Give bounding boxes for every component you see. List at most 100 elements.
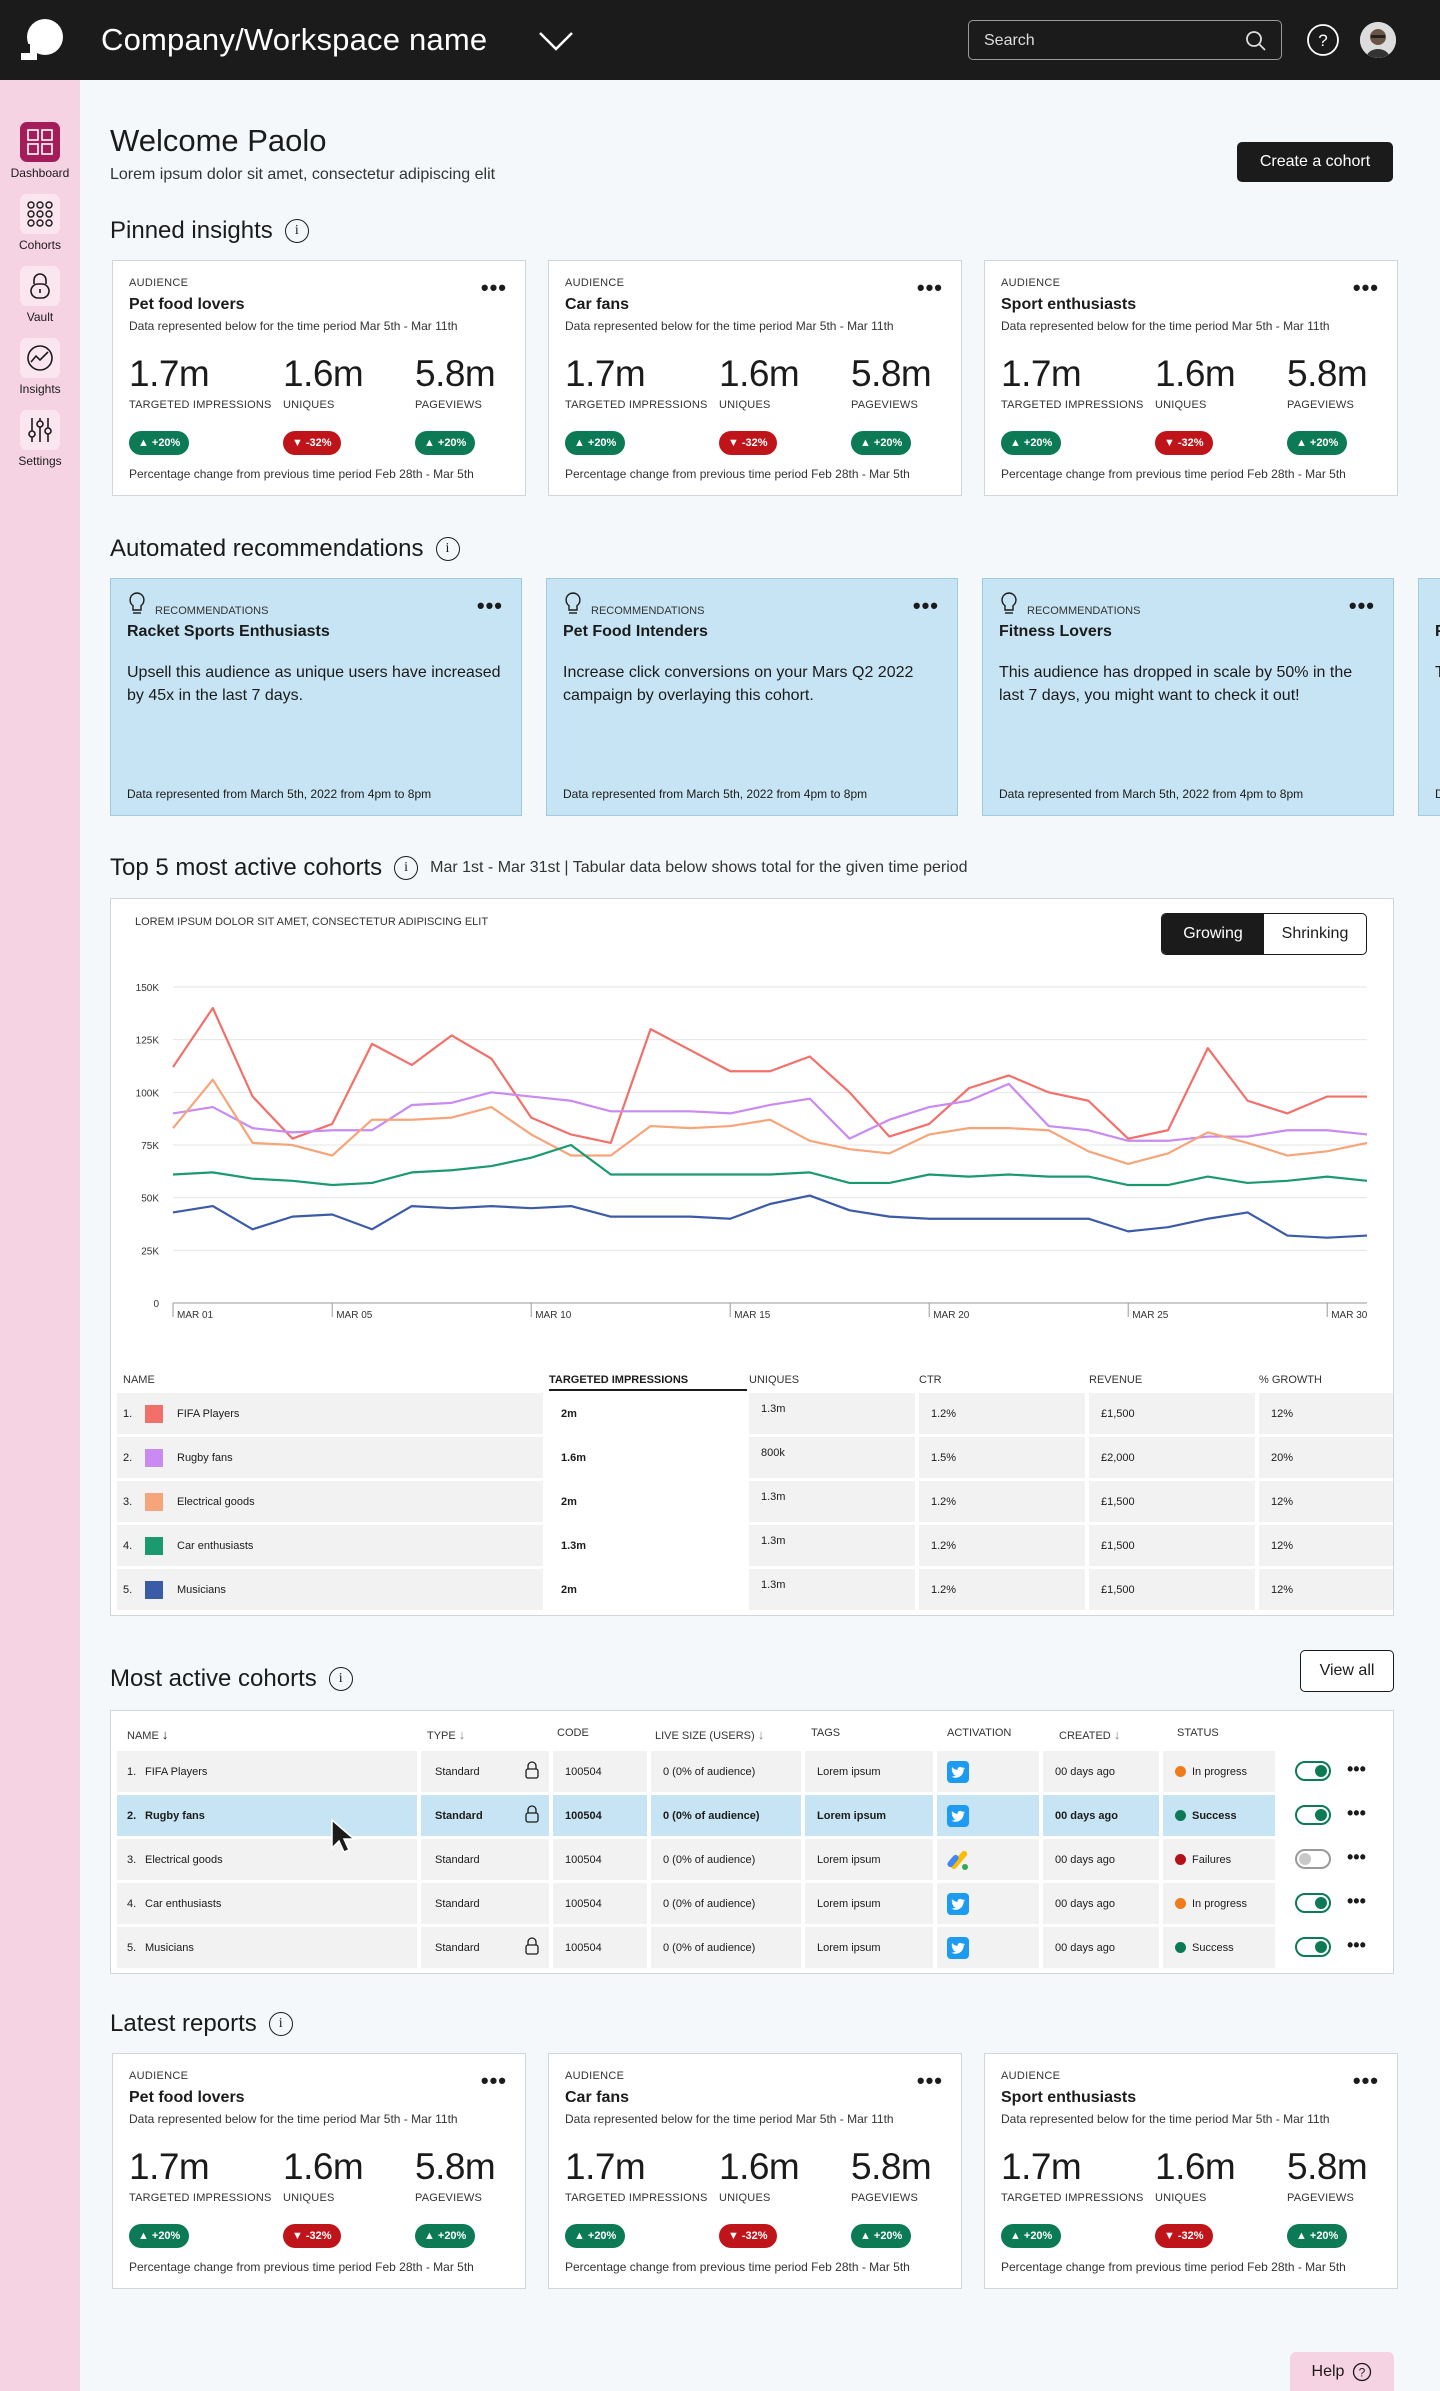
- activation-toggle[interactable]: [1295, 1805, 1331, 1825]
- info-icon[interactable]: i: [394, 856, 419, 880]
- more-options-icon[interactable]: •••: [1353, 275, 1379, 301]
- cohort-name-cell[interactable]: 3. Electrical goods: [117, 1839, 417, 1880]
- column-header[interactable]: CREATED ↓: [1059, 1727, 1120, 1742]
- insight-card[interactable]: AUDIENCE ••• Pet food lovers Data represent…: [112, 260, 526, 496]
- more-options-icon[interactable]: •••: [917, 2068, 943, 2094]
- more-options-icon[interactable]: •••: [481, 275, 507, 301]
- badge-value: +20%: [151, 2230, 181, 2242]
- insight-card[interactable]: AUDIENCE ••• Car fans Data represented belo…: [548, 2053, 962, 2289]
- recommendations-heading: Automated recommendations i: [110, 535, 460, 563]
- column-header[interactable]: % GROWTH: [1259, 1374, 1322, 1386]
- sidebar-item-cohorts[interactable]: Cohorts: [0, 194, 80, 252]
- sidebar-item-insights[interactable]: Insights: [0, 338, 80, 396]
- insight-card[interactable]: AUDIENCE ••• Car fans Data represented belo…: [548, 260, 962, 496]
- row-rank: 1.: [123, 1407, 133, 1420]
- activation-icon-wrap[interactable]: [947, 1936, 969, 1959]
- table-row[interactable]: 5. Musicians: [117, 1569, 543, 1610]
- info-icon[interactable]: i: [435, 537, 460, 561]
- cohort-name: Car enthusiasts: [177, 1539, 254, 1552]
- badge-value: +20%: [1023, 437, 1053, 449]
- more-options-icon[interactable]: •••: [1353, 2068, 1379, 2094]
- more-options-icon[interactable]: •••: [1347, 1803, 1366, 1824]
- activation-toggle[interactable]: [1295, 1849, 1331, 1869]
- column-header[interactable]: TARGETED IMPRESSIONS: [549, 1374, 747, 1391]
- logo-icon[interactable]: [18, 18, 64, 62]
- lock-icon: [525, 1761, 539, 1779]
- info-icon[interactable]: i: [268, 2012, 293, 2036]
- more-options-icon[interactable]: •••: [1347, 1759, 1366, 1780]
- insight-card[interactable]: AUDIENCE ••• Sport enthusiasts Data represe…: [984, 2053, 1398, 2289]
- activation-toggle[interactable]: [1295, 1937, 1331, 1957]
- cohort-name-cell[interactable]: 4. Car enthusiasts: [117, 1883, 417, 1924]
- help-icon[interactable]: ?: [1306, 23, 1340, 57]
- recommendation-card[interactable]: RECOMMENDATIONS ••• Pet Food Intenders Incr…: [546, 578, 958, 816]
- column-header[interactable]: TAGS: [811, 1727, 840, 1739]
- status-cell: In progress: [1163, 1751, 1275, 1792]
- workspace-name[interactable]: Company/Workspace name: [101, 22, 487, 58]
- sidebar-item-vault[interactable]: Vault: [0, 266, 80, 324]
- avatar[interactable]: [1360, 22, 1396, 58]
- more-options-icon[interactable]: •••: [1349, 593, 1375, 619]
- column-header[interactable]: TYPE ↓: [427, 1727, 465, 1742]
- column-header[interactable]: REVENUE: [1089, 1374, 1142, 1386]
- table-cell-growth: 12%: [1259, 1481, 1393, 1522]
- status-text: Success: [1192, 1941, 1234, 1954]
- activation-toggle[interactable]: [1295, 1893, 1331, 1913]
- column-header[interactable]: NAME: [123, 1374, 155, 1386]
- created: 00 days ago: [1055, 1897, 1115, 1910]
- column-header[interactable]: CTR: [919, 1374, 942, 1386]
- series-line-4: [172, 1143, 1368, 1187]
- sort-arrow-icon[interactable]: ↓: [162, 1727, 169, 1742]
- sidebar-item-settings[interactable]: Settings: [0, 410, 80, 468]
- search-input[interactable]: Search: [968, 20, 1282, 60]
- lightbulb-icon: [1001, 592, 1017, 614]
- sort-arrow-icon[interactable]: ↓: [1114, 1727, 1121, 1742]
- more-options-icon[interactable]: •••: [1347, 1891, 1366, 1912]
- recommendation-card[interactable]: RECOMMENDATIONS ••• Fitness Lovers This aud…: [982, 578, 1394, 816]
- cohort-code: 100504: [565, 1941, 602, 1954]
- top5-chart-panel: LOREM IPSUM DOLOR SIT AMET, CONSECTETUR …: [110, 898, 1394, 1616]
- sidebar-item-dashboard[interactable]: Dashboard: [0, 122, 80, 180]
- activation-icon-wrap[interactable]: [947, 1804, 969, 1827]
- table-row[interactable]: 3. Electrical goods: [117, 1481, 543, 1522]
- activation-icon-wrap[interactable]: [947, 1892, 969, 1915]
- more-options-icon[interactable]: •••: [1347, 1847, 1366, 1868]
- column-header[interactable]: ACTIVATION: [947, 1727, 1011, 1739]
- insight-card[interactable]: AUDIENCE ••• Pet food lovers Data represent…: [112, 2053, 526, 2289]
- insight-card[interactable]: AUDIENCE ••• Sport enthusiasts Data represe…: [984, 260, 1398, 496]
- more-options-icon[interactable]: •••: [477, 593, 503, 619]
- help-button[interactable]: Help ?: [1290, 2352, 1394, 2391]
- table-row[interactable]: 1. FIFA Players: [117, 1393, 543, 1434]
- more-options-icon[interactable]: •••: [913, 593, 939, 619]
- recommendation-card-partial[interactable]: F T D: [1418, 578, 1440, 816]
- sort-arrow-icon[interactable]: ↓: [758, 1727, 765, 1742]
- activation-icon-wrap[interactable]: [947, 1848, 971, 1872]
- more-options-icon[interactable]: •••: [1347, 1935, 1366, 1956]
- column-header[interactable]: UNIQUES: [749, 1374, 799, 1386]
- more-options-icon[interactable]: •••: [917, 275, 943, 301]
- card-tag: AUDIENCE: [1001, 277, 1061, 289]
- chevron-down-icon[interactable]: [538, 30, 574, 52]
- create-cohort-button[interactable]: Create a cohort: [1237, 142, 1393, 182]
- info-icon[interactable]: i: [284, 219, 309, 243]
- search-icon[interactable]: [1245, 30, 1267, 52]
- metric-value: 5.8m: [415, 353, 496, 394]
- column-header[interactable]: CODE: [557, 1727, 589, 1739]
- more-options-icon[interactable]: •••: [481, 2068, 507, 2094]
- cohort-name-cell[interactable]: 1. FIFA Players: [117, 1751, 417, 1792]
- view-all-button[interactable]: View all: [1300, 1650, 1394, 1692]
- table-cell-imp: 1.6m: [549, 1437, 747, 1478]
- table-row[interactable]: 4. Car enthusiasts: [117, 1525, 543, 1566]
- cohort-name-cell[interactable]: 5. Musicians: [117, 1927, 417, 1968]
- recommendation-card[interactable]: RECOMMENDATIONS ••• Racket Sports Enthusia…: [110, 578, 522, 816]
- activation-icon-wrap[interactable]: [947, 1760, 969, 1783]
- size-cell: 0 (0% of audience): [651, 1883, 801, 1924]
- info-icon[interactable]: i: [328, 1667, 353, 1691]
- column-header[interactable]: LIVE SIZE (USERS) ↓: [655, 1727, 764, 1742]
- sort-arrow-icon[interactable]: ↓: [459, 1727, 466, 1742]
- column-header[interactable]: NAME ↓: [127, 1727, 168, 1742]
- activation-toggle[interactable]: [1295, 1761, 1331, 1781]
- cohort-name-cell[interactable]: 2. Rugby fans: [117, 1795, 417, 1836]
- column-header[interactable]: STATUS: [1177, 1727, 1219, 1739]
- table-row[interactable]: 2. Rugby fans: [117, 1437, 543, 1478]
